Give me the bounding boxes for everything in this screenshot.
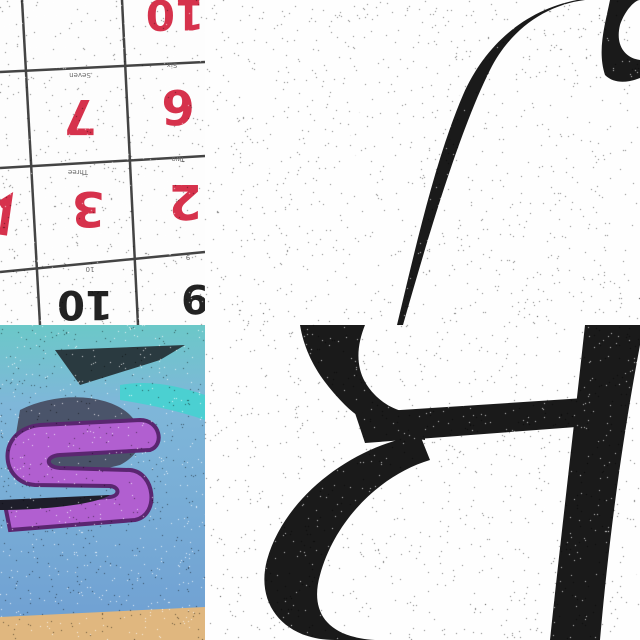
glyph-crossbar — [355, 397, 603, 443]
glyph-stroke-top — [397, 0, 640, 325]
word-seven: Seven — [69, 71, 91, 79]
number-cards-graphic: 10 7 6 3 2 10 9 Seven Six Three Two 10 9 — [0, 0, 205, 325]
script-glyph-top-tile — [205, 0, 640, 325]
number-cards-tile: 10 7 6 3 2 10 9 Seven Six Three Two 10 9 — [0, 0, 205, 325]
script-glyph-bottom-tile — [205, 325, 640, 640]
word-six: Six — [167, 61, 178, 69]
glyph-loop — [264, 435, 430, 640]
word-10: 10 — [86, 265, 95, 273]
number-7: 7 — [63, 88, 96, 144]
script-glyph-top-graphic — [397, 0, 640, 325]
word-two: Two — [171, 155, 185, 163]
number-10-top: 10 — [146, 0, 204, 39]
number-3: 3 — [71, 180, 104, 236]
partial-number-left — [0, 192, 14, 236]
number-2: 2 — [168, 173, 201, 229]
number-9-bottom: 9 — [181, 275, 205, 321]
number-10-bottom: 10 — [57, 281, 113, 325]
glyph-stem-right — [550, 325, 640, 640]
image-mosaic: 10 7 6 3 2 10 9 Seven Six Three Two 10 9 — [0, 0, 640, 640]
word-9: 9 — [186, 253, 190, 261]
purple-s-logo-graphic: S — [0, 325, 205, 640]
purple-s-logo-tile: S — [0, 325, 205, 640]
word-three: Three — [68, 168, 89, 176]
number-6: 6 — [161, 78, 194, 134]
script-glyph-bottom-graphic — [264, 325, 640, 640]
s-letter-shape — [2, 417, 161, 533]
